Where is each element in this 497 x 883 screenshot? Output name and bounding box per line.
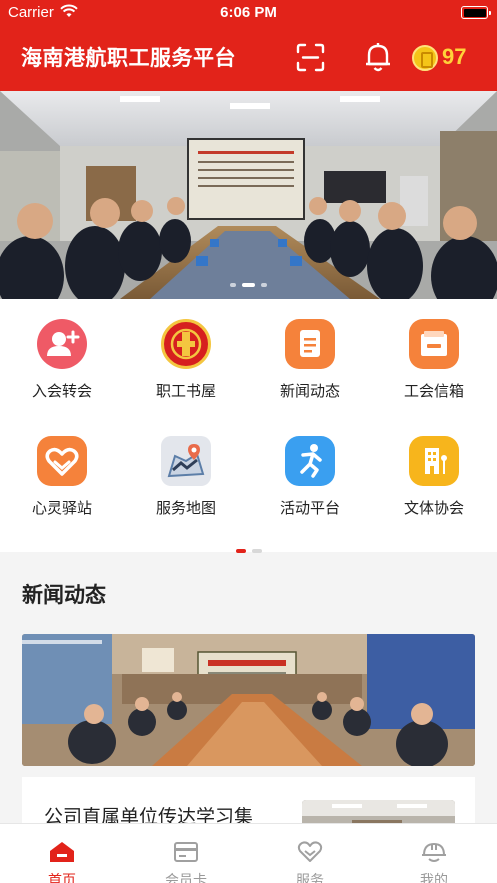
app-header: Carrier 6:06 PM 海南港航职工服务平台 97 (0, 0, 497, 91)
member-card-icon (174, 842, 198, 862)
feature-label: 职工书屋 (155, 382, 216, 400)
feature-union-mailbox[interactable]: 工会信箱 (372, 299, 496, 400)
tab-home[interactable]: 首页 (0, 824, 124, 883)
banner-pager (0, 272, 497, 287)
grid-pager (0, 538, 497, 557)
feature-service-map[interactable]: 服务地图 (124, 416, 248, 517)
map-pin-icon (161, 436, 211, 486)
news-section-title: 新闻动态 (22, 583, 106, 607)
scan-icon[interactable] (296, 43, 325, 72)
feature-grid: 入会转会 职工书屋 新闻动态 工会信箱 心灵驿站 服务地图 活动平台 文体协会 (0, 299, 497, 553)
user-add-icon (37, 319, 87, 369)
news-document-icon (285, 319, 335, 369)
coin-icon[interactable] (412, 45, 438, 71)
feature-worker-library[interactable]: 职工书屋 (124, 299, 248, 400)
heart-hands-icon (37, 436, 87, 486)
banner-meeting-photo (0, 91, 497, 299)
feature-label: 心灵驿站 (31, 499, 92, 517)
feature-label: 活动平台 (279, 499, 340, 517)
profile-helmet-icon (422, 842, 446, 862)
running-person-icon (285, 436, 335, 486)
news-meeting-photo (22, 634, 475, 766)
feature-label: 新闻动态 (279, 382, 340, 400)
building-icon (409, 436, 459, 486)
tab-service[interactable]: 服务 (248, 824, 372, 883)
news-hero-image[interactable] (22, 634, 475, 766)
battery-icon (461, 6, 491, 19)
status-bar: Carrier 6:06 PM (0, 0, 497, 26)
tab-label: 我的 (420, 873, 448, 883)
home-screen: Carrier 6:06 PM 海南港航职工服务平台 97 入会转会 职工书屋 … (0, 0, 497, 883)
home-icon (50, 842, 74, 862)
feature-sports-association[interactable]: 文体协会 (372, 416, 496, 517)
grid-dot-active[interactable] (235, 549, 246, 553)
mailbox-icon (409, 319, 459, 369)
banner-dot-active[interactable] (242, 283, 255, 287)
bottom-tab-bar: 首页 会员卡 服务 我的 (0, 823, 497, 883)
feature-news[interactable]: 新闻动态 (248, 299, 372, 400)
feature-join-union[interactable]: 入会转会 (0, 299, 124, 400)
tab-label: 服务 (296, 873, 324, 883)
feature-label: 文体协会 (403, 499, 464, 517)
feature-mind-station[interactable]: 心灵驿站 (0, 416, 124, 517)
tab-label: 会员卡 (165, 873, 207, 883)
tab-label: 首页 (48, 873, 76, 883)
feature-label: 入会转会 (31, 382, 92, 400)
feature-activity-platform[interactable]: 活动平台 (248, 416, 372, 517)
grid-dot[interactable] (251, 549, 262, 553)
banner-dot[interactable] (261, 283, 267, 287)
feature-label: 工会信箱 (403, 382, 464, 400)
service-heart-icon (297, 841, 323, 862)
status-time: 6:06 PM (220, 4, 277, 21)
tab-profile[interactable]: 我的 (372, 824, 496, 883)
bell-icon[interactable] (363, 40, 393, 73)
banner-carousel[interactable] (0, 91, 497, 299)
app-title: 海南港航职工服务平台 (21, 46, 236, 70)
coin-balance[interactable]: 97 (442, 44, 466, 70)
tab-member-card[interactable]: 会员卡 (124, 824, 248, 883)
feature-label: 服务地图 (155, 499, 216, 517)
banner-dot[interactable] (230, 283, 236, 287)
union-emblem-icon (161, 319, 211, 369)
